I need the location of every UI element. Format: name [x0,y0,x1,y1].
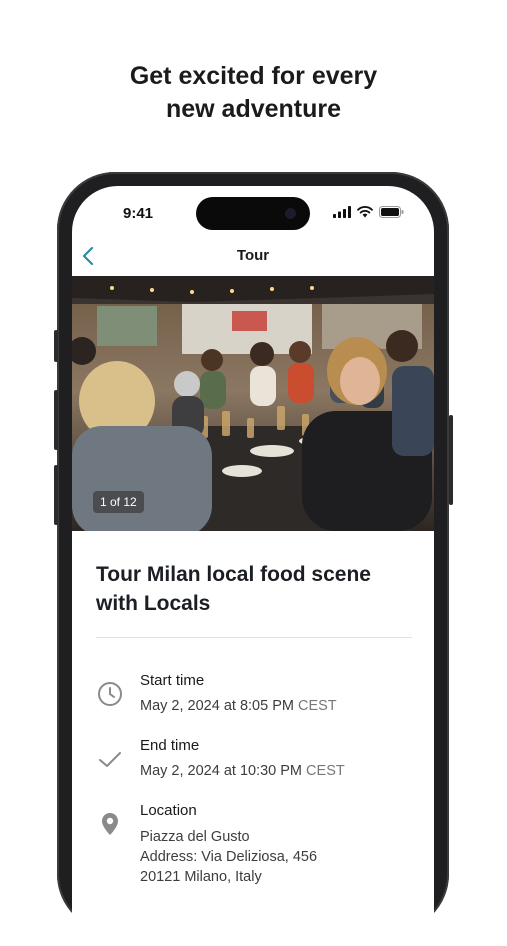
start-time-label: Start time [140,672,205,689]
location-street: Address: Via Deliziosa, 456 [140,849,318,865]
tour-title: Tour Milan local food scene with Locals [96,563,371,615]
check-icon [96,745,124,773]
location-venue: Piazza del Gusto [140,829,250,845]
start-time-value: May 2, 2024 at 8:05 PM CEST [140,696,337,716]
status-time: 9:41 [123,205,154,222]
start-time-timezone: CEST [297,698,337,714]
phone-volume-down-button [54,465,58,525]
end-time-timezone: CEST [306,763,345,779]
clock-icon [96,680,124,708]
end-time-label: End time [140,737,200,754]
location-pin-icon [96,810,124,838]
end-time-date: May 2, 2024 at 10:30 PM [140,763,303,779]
end-time-value: May 2, 2024 at 10:30 PM CEST [140,761,345,781]
phone-screen: 9:41 Tour 1 of 12 Tour Milan local food … [72,186,434,946]
signal-icon [333,206,351,218]
battery-icon [379,206,404,218]
phone-side-button [54,330,58,362]
nav-bar: Tour [72,242,434,272]
start-time-date: May 2, 2024 at 8:05 PM [140,698,294,714]
phone-volume-up-button [54,390,58,450]
wifi-icon [357,206,373,218]
camera-icon [285,208,296,219]
promo-line-1: Get excited for every [129,62,378,90]
dynamic-island [196,197,310,230]
status-icons [333,206,404,218]
phone-power-button [449,415,453,505]
tour-photo[interactable]: 1 of 12 [72,276,434,531]
image-counter-badge: 1 of 12 [93,491,144,513]
promo-headline: Get excited for every new adventure [0,60,507,126]
location-address[interactable]: Piazza del Gusto Address: Via Deliziosa,… [140,827,317,887]
promo-line-2: new adventure [165,95,342,123]
location-city: 20121 Milano, Italy [140,869,262,885]
divider [96,637,412,638]
nav-title: Tour [236,247,270,264]
location-label: Location [140,802,197,819]
